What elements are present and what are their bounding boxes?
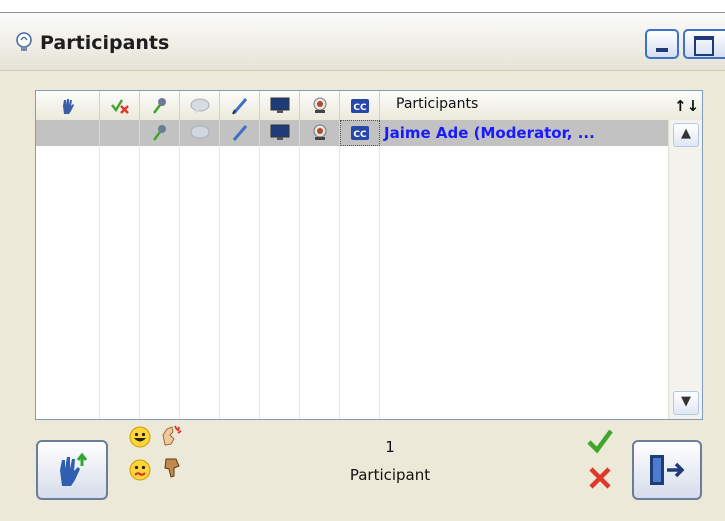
column-captions[interactable]: CC bbox=[340, 91, 380, 120]
column-divider bbox=[219, 146, 220, 419]
column-chat[interactable] bbox=[180, 91, 220, 120]
column-divider bbox=[339, 146, 340, 419]
scroll-up-button[interactable]: ▲ bbox=[673, 123, 699, 147]
microphone-icon bbox=[152, 125, 166, 141]
sort-icon[interactable]: ↑↓ bbox=[674, 97, 699, 115]
row-webcam-cell[interactable] bbox=[300, 120, 340, 146]
svg-text:CC: CC bbox=[353, 103, 367, 113]
vertical-scrollbar[interactable]: ▲ ▼ bbox=[668, 120, 702, 419]
confused-face-icon[interactable] bbox=[128, 458, 152, 482]
title-bar[interactable]: Participants bbox=[0, 13, 725, 71]
row-share-screen-cell[interactable] bbox=[260, 120, 300, 146]
raise-hand-up-icon bbox=[60, 452, 88, 486]
column-webcam[interactable] bbox=[300, 91, 340, 120]
webcam-icon bbox=[313, 97, 326, 113]
pencil-icon bbox=[232, 125, 247, 141]
exit-button[interactable] bbox=[632, 440, 702, 500]
participant-count-label: Participant bbox=[349, 466, 431, 484]
row-chat-cell[interactable] bbox=[180, 120, 220, 146]
closed-caption-icon: CC bbox=[351, 126, 369, 140]
thumbs-down-icon[interactable] bbox=[160, 456, 184, 480]
happy-face-icon[interactable] bbox=[128, 425, 152, 449]
column-raise-hand[interactable] bbox=[36, 91, 100, 120]
pencil-icon bbox=[231, 97, 247, 114]
grid-header: CC Participants ↑↓ bbox=[36, 91, 702, 121]
raise-hand-button[interactable] bbox=[36, 440, 108, 500]
column-divider bbox=[299, 146, 300, 419]
closed-caption-icon: CC bbox=[350, 98, 369, 113]
column-status[interactable] bbox=[100, 91, 140, 120]
column-share-screen[interactable] bbox=[260, 91, 300, 120]
minimize-button[interactable] bbox=[645, 29, 679, 59]
participants-panel: Participants CC Participants ↑↓ CC Jaime… bbox=[0, 12, 725, 521]
column-divider bbox=[379, 146, 380, 419]
exit-door-icon bbox=[650, 455, 685, 485]
row-raise-hand-cell[interactable] bbox=[36, 120, 100, 146]
monitor-icon bbox=[270, 97, 289, 113]
column-divider bbox=[259, 146, 260, 419]
svg-text:CC: CC bbox=[353, 130, 367, 140]
monitor-icon bbox=[270, 124, 289, 140]
column-divider bbox=[179, 146, 180, 419]
participants-column-header[interactable]: Participants bbox=[396, 96, 478, 112]
green-check-icon[interactable] bbox=[586, 427, 614, 455]
row-microphone-cell[interactable] bbox=[140, 120, 180, 146]
chat-bubble-icon bbox=[190, 125, 209, 139]
column-divider bbox=[99, 146, 100, 419]
red-x-icon[interactable] bbox=[587, 465, 613, 491]
chevron-down-icon: ▼ bbox=[681, 394, 691, 409]
participant-count: 1 bbox=[385, 438, 395, 456]
participants-grid[interactable]: CC Participants ↑↓ CC Jaime Ade (Moderat… bbox=[35, 90, 703, 420]
row-captions-cell[interactable]: CC bbox=[340, 120, 380, 146]
scroll-down-button[interactable]: ▼ bbox=[673, 391, 699, 415]
maximize-button[interactable] bbox=[683, 29, 725, 59]
chat-bubble-icon bbox=[190, 98, 209, 114]
applause-icon[interactable] bbox=[160, 423, 184, 447]
row-status-cell[interactable] bbox=[100, 120, 140, 146]
minimize-icon bbox=[656, 48, 668, 52]
check-x-icon bbox=[110, 98, 129, 114]
chevron-up-icon: ▲ bbox=[681, 126, 691, 141]
table-row[interactable]: CC Jaime Ade (Moderator, ... bbox=[36, 120, 668, 146]
window-title: Participants bbox=[40, 32, 170, 54]
maximize-icon bbox=[694, 36, 714, 56]
column-microphone[interactable] bbox=[140, 91, 180, 120]
webcam-icon bbox=[313, 124, 326, 140]
microphone-icon bbox=[152, 97, 166, 114]
row-annotate-cell[interactable] bbox=[220, 120, 260, 146]
column-divider bbox=[139, 146, 140, 419]
raise-hand-icon bbox=[62, 98, 74, 114]
participant-name[interactable]: Jaime Ade (Moderator, ... bbox=[384, 124, 595, 142]
lightbulb-icon bbox=[16, 32, 32, 51]
column-annotate[interactable] bbox=[220, 91, 260, 120]
